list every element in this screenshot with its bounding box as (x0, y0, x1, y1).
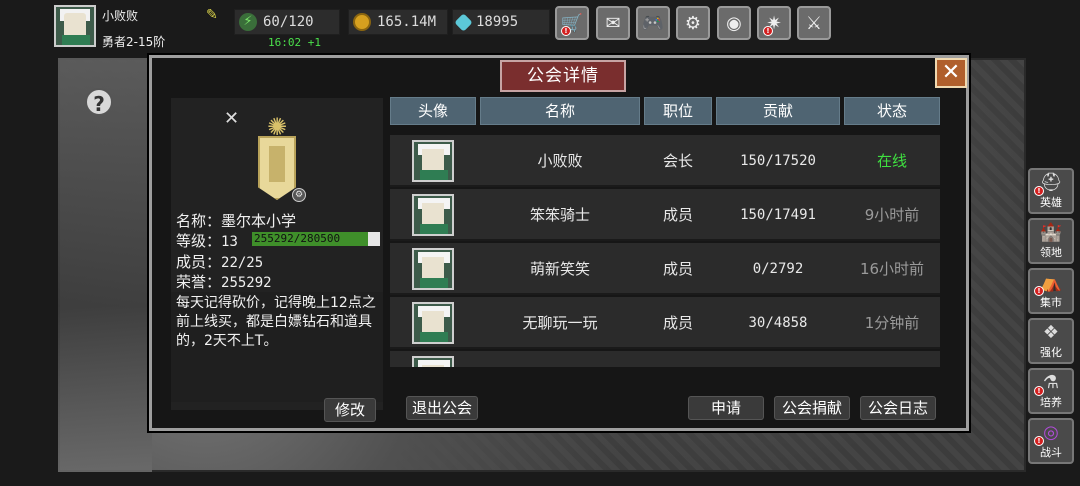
table-row[interactable]: 小败败 会长 150/17520 在线 (390, 135, 940, 187)
side-menu-enhance[interactable]: ❖ 强化 (1028, 318, 1074, 364)
guild-log-button[interactable]: 公会日志 (860, 396, 936, 420)
gear-icon[interactable]: ⚙ (676, 6, 710, 40)
gem-value: 18995 (476, 14, 519, 30)
alert-badge: ! (1034, 436, 1044, 446)
alert-badge: ! (1034, 186, 1044, 196)
member-avatar[interactable] (412, 194, 454, 236)
leave-guild-button[interactable]: 退出公会 (406, 396, 478, 420)
alert-badge: ! (1034, 286, 1044, 296)
help-icon[interactable]: ? (85, 88, 113, 116)
swords-icon[interactable]: ⚔ (797, 6, 831, 40)
member-name: 无聊玩一玩 (522, 314, 598, 332)
guild-notice: 每天记得砍价，记得晚上12点之前上线买，都是白嫖钻石和道具的，2天不上T。 (176, 295, 376, 349)
column-header-contribution: 贡献 (716, 97, 840, 125)
guild-honor-line: 荣誉：255292 (176, 273, 272, 291)
alert-badge: ! (763, 26, 773, 36)
side-menu-heroes[interactable]: ⛑ 英雄 ! (1028, 168, 1074, 214)
close-icon[interactable]: ✕ (935, 58, 967, 88)
player-name: 小败败 (102, 9, 139, 23)
column-header-name: 名称 (480, 97, 640, 125)
stamina-value: 60/120 (263, 14, 314, 30)
member-list[interactable]: 小败败 会长 150/17520 在线 笨笨骑士 成员 150/17491 9小… (390, 135, 940, 367)
firework-icon[interactable]: ✷! (757, 6, 791, 40)
table-row[interactable]: 笨笨骑士 成员 150/17491 9小时前 (390, 189, 940, 241)
guild-level: 13 (221, 234, 238, 250)
member-name: 萌新笑笑 (529, 260, 590, 278)
shop-cart-icon[interactable]: 🛒! (555, 6, 589, 40)
edit-name-icon[interactable]: ✎ (206, 7, 222, 23)
member-contribution: 150/17491 (740, 207, 816, 223)
crystal-icon: ❖ (1042, 322, 1060, 343)
table-row[interactable] (390, 351, 940, 367)
member-avatar[interactable] (412, 140, 454, 182)
gem-icon (454, 12, 473, 32)
guild-name-line: 名称：墨尔本小学 (176, 212, 297, 230)
member-avatar[interactable] (412, 356, 454, 367)
stamina-timer: 16:02 +1 (268, 36, 321, 49)
member-role: 会长 (662, 152, 693, 170)
guild-exp-text: 255292/280500 (254, 232, 341, 245)
scene-left-edge (58, 58, 152, 472)
side-menu-train[interactable]: ⚗ 培养 ! (1028, 368, 1074, 414)
castle-icon: 🏰 (1039, 222, 1063, 243)
gamepad-icon[interactable]: 🎮 (636, 6, 670, 40)
column-header-avatar: 头像 (390, 97, 476, 125)
gold-counter: 165.14M (348, 9, 448, 35)
close-info-icon[interactable]: ✕ (224, 108, 239, 129)
member-status: 16小时前 (859, 260, 925, 278)
guild-name: 墨尔本小学 (221, 212, 297, 230)
stamina-icon: ⚡ (239, 13, 257, 31)
mail-icon[interactable]: ✉ (596, 6, 630, 40)
edit-notice-button[interactable]: 修改 (324, 398, 376, 422)
player-rank: 勇者2-15阶 (102, 35, 166, 49)
column-header-status: 状态 (844, 97, 940, 125)
side-menu-battle[interactable]: ◎ 战斗 ! (1028, 418, 1074, 464)
member-contribution: 30/4858 (748, 315, 808, 331)
apply-button[interactable]: 申请 (688, 396, 764, 420)
table-row[interactable]: 无聊玩一玩 成员 30/4858 1分钟前 (390, 297, 940, 349)
gold-value: 165.14M (377, 14, 437, 30)
member-status: 9小时前 (864, 206, 920, 224)
color-wheel-icon[interactable]: ◉ (717, 6, 751, 40)
member-avatar[interactable] (412, 248, 454, 290)
member-contribution: 0/2792 (752, 261, 804, 277)
modal-title: 公会详情 (500, 60, 626, 92)
alert-badge: ! (1034, 386, 1044, 396)
guild-honor: 255292 (221, 275, 272, 291)
member-name: 笨笨骑士 (529, 206, 590, 224)
member-role: 成员 (662, 260, 693, 278)
member-name: 小败败 (537, 152, 583, 170)
side-menu-market[interactable]: ⛺ 集市 ! (1028, 268, 1074, 314)
guild-members: 22/25 (221, 255, 264, 271)
member-role: 成员 (662, 206, 693, 224)
change-emblem-icon[interactable]: ⚙ (292, 188, 306, 202)
stamina-counter: ⚡ 60/120 (234, 9, 340, 35)
member-avatar[interactable] (412, 302, 454, 344)
member-role: 成员 (662, 314, 693, 332)
alert-badge: ! (561, 26, 571, 36)
guild-donate-button[interactable]: 公会捐献 (774, 396, 850, 420)
member-status: 1分钟前 (864, 314, 920, 332)
player-avatar[interactable] (54, 5, 96, 47)
guild-exp-bar: 255292/280500 (252, 232, 380, 246)
side-menu-territory[interactable]: 🏰 领地 (1028, 218, 1074, 264)
guild-level-line: 等级：13 (176, 232, 238, 250)
gem-counter: 18995 (452, 9, 550, 35)
gold-coin-icon (353, 13, 371, 31)
member-status: 在线 (876, 152, 907, 170)
guild-members-line: 成员：22/25 (176, 253, 264, 271)
column-header-role: 职位 (644, 97, 712, 125)
table-row[interactable]: 萌新笑笑 成员 0/2792 16小时前 (390, 243, 940, 295)
member-contribution: 150/17520 (740, 153, 816, 169)
